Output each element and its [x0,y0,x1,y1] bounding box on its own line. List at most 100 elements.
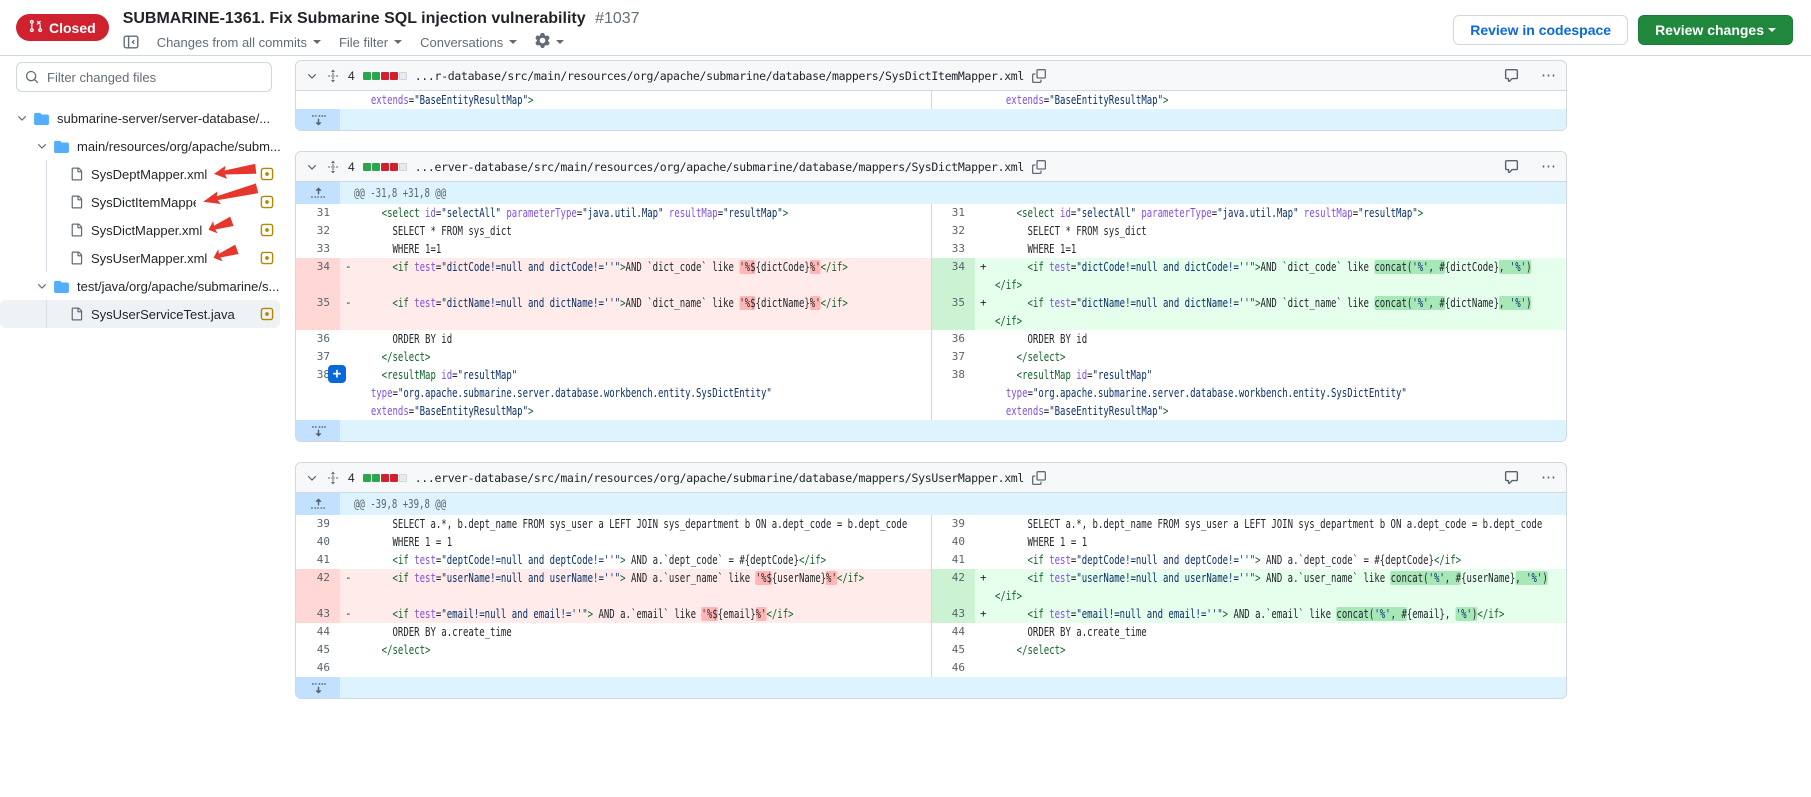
code-line: <if test="dictCode!=null and dictCode!='… [995,258,1532,294]
line-number-new[interactable]: 34 [931,258,975,294]
line-number-old[interactable]: 46 [296,659,340,677]
line-number-new[interactable]: 35 [931,294,975,330]
drag-handle-icon[interactable] [326,69,340,83]
tree-file-sysdictmapper-xml[interactable]: SysDictMapper.xml [0,216,280,244]
code-cell [360,659,931,677]
file-modified-icon [260,251,274,265]
hunk-text: @@ -39,8 +39,8 @@ [354,495,446,513]
review-changes-button[interactable]: Review changes [1638,15,1793,45]
line-number-new[interactable]: 40 [931,533,975,551]
line-number-new[interactable]: 43 [931,605,975,623]
collapse-file-chevron-icon[interactable] [306,70,318,82]
line-marker-old [340,330,360,348]
line-number-old[interactable]: 40 [296,533,340,551]
line-number-old[interactable]: 32 [296,222,340,240]
line-number-old[interactable]: 33 [296,240,340,258]
line-number-old[interactable] [296,91,340,109]
code-cell: WHERE 1 = 1 [360,533,931,551]
line-number-new[interactable]: 32 [931,222,975,240]
toggle-file-tree-icon[interactable] [123,34,139,50]
code-line: <if test="email!=null and email!=''"> AN… [360,605,794,623]
line-number-new[interactable]: 39 [931,515,975,533]
line-number-old[interactable]: 43 [296,605,340,623]
expand-down-button[interactable] [296,420,340,441]
tree-folder-submarine-server-server-database-[interactable]: submarine-server/server-database/... [0,104,280,132]
line-number-new[interactable]: 41 [931,551,975,569]
copy-path-icon[interactable] [1032,69,1046,83]
line-number-new[interactable]: 38 [931,366,975,420]
line-number-new[interactable]: 44 [931,623,975,641]
tree-folder-main-resources-org-apache-subm-[interactable]: main/resources/org/apache/subm... [0,132,280,160]
collapse-file-chevron-icon[interactable] [306,161,318,173]
collapse-file-chevron-icon[interactable] [306,472,318,484]
diff-file-card: 4...erver-database/src/main/resources/or… [295,151,1567,442]
expand-down-button[interactable] [296,109,340,130]
line-marker-new [975,366,995,420]
line-number-old[interactable]: 37 [296,348,340,366]
line-marker-new [975,348,995,366]
diff-file-card: 4...erver-database/src/main/resources/or… [295,462,1567,699]
copy-path-icon[interactable] [1032,160,1046,174]
expand-up-button[interactable] [296,493,340,515]
comment-icon[interactable] [1504,470,1519,485]
diff-row: 31 <select id="selectAll" parameterType=… [296,204,1566,222]
chevron-down-icon[interactable] [16,112,28,124]
tree-file-sysusermapper-xml[interactable]: SysUserMapper.xml [0,244,280,272]
kebab-menu-icon[interactable]: ⋯ [1541,159,1556,174]
line-number-old[interactable]: 44 [296,623,340,641]
drag-handle-icon[interactable] [326,471,340,485]
line-number-new[interactable]: 36 [931,330,975,348]
diff-settings-gear[interactable] [535,33,564,51]
diffstat-square-add [363,474,371,482]
review-in-codespace-button[interactable]: Review in codespace [1453,15,1628,45]
diffstat-squares [363,163,407,171]
line-number-new[interactable]: 46 [931,659,975,677]
line-number-old[interactable]: 36 [296,330,340,348]
line-number-old[interactable]: 41 [296,551,340,569]
line-number-new[interactable]: 31 [931,204,975,222]
drag-handle-icon[interactable] [326,160,340,174]
line-number-new[interactable]: 37 [931,348,975,366]
line-number-new[interactable]: 42 [931,569,975,605]
add-comment-plus-button[interactable]: + [328,365,346,383]
chevron-down-icon[interactable] [36,280,48,292]
expand-up-button[interactable] [296,182,340,204]
comment-icon[interactable] [1504,159,1519,174]
header-actions: ⋯ [1504,68,1556,83]
line-number-new[interactable]: 45 [931,641,975,659]
code-cell: SELECT a.*, b.dept_name FROM sys_user a … [995,515,1566,533]
chevron-down-icon[interactable] [36,140,48,152]
copy-path-icon[interactable] [1032,471,1046,485]
line-number-new[interactable]: 33 [931,240,975,258]
line-marker-old: - [340,605,360,623]
file-icon [70,251,83,265]
expand-down-button[interactable] [296,677,340,698]
line-number-old[interactable]: 31 [296,204,340,222]
hunk-text: @@ -31,8 +31,8 @@ [354,184,446,202]
file-filter-dropdown[interactable]: File filter [339,35,402,50]
tree-file-sysuserservicetest-java[interactable]: SysUserServiceTest.java [0,300,280,328]
line-number-old[interactable]: 42 [296,569,340,605]
changes-from-dropdown[interactable]: Changes from all commits [157,35,321,50]
code-line: SELECT a.*, b.dept_name FROM sys_user a … [995,515,1542,533]
line-marker-new [975,222,995,240]
diffstat-square-del [381,163,389,171]
line-marker-new: + [975,294,995,330]
tree-file-sysdictitemmapper-xml[interactable]: SysDictItemMapper.xml [0,188,280,216]
tree-folder-test-java-org-apache-submarine-s-[interactable]: test/java/org/apache/submarine/s... [0,272,280,300]
line-number-old[interactable]: 34 [296,258,340,294]
line-number-new[interactable] [931,91,975,109]
code-cell: extends="BaseEntityResultMap"> [360,91,931,109]
filter-changed-files-input[interactable] [16,62,272,92]
kebab-menu-icon[interactable]: ⋯ [1541,68,1556,83]
line-number-old[interactable]: 39 [296,515,340,533]
file-modified-icon [260,223,274,237]
diff-panels: 4...r-database/src/main/resources/org/ap… [295,60,1567,699]
chevron-down-icon [1768,28,1776,36]
comment-icon[interactable] [1504,68,1519,83]
kebab-menu-icon[interactable]: ⋯ [1541,470,1556,485]
line-number-old[interactable]: 35 [296,294,340,330]
conversations-dropdown[interactable]: Conversations [420,35,517,50]
line-number-old[interactable]: 45 [296,641,340,659]
code-line: <if test="dictName!=null and dictName!='… [360,294,848,312]
